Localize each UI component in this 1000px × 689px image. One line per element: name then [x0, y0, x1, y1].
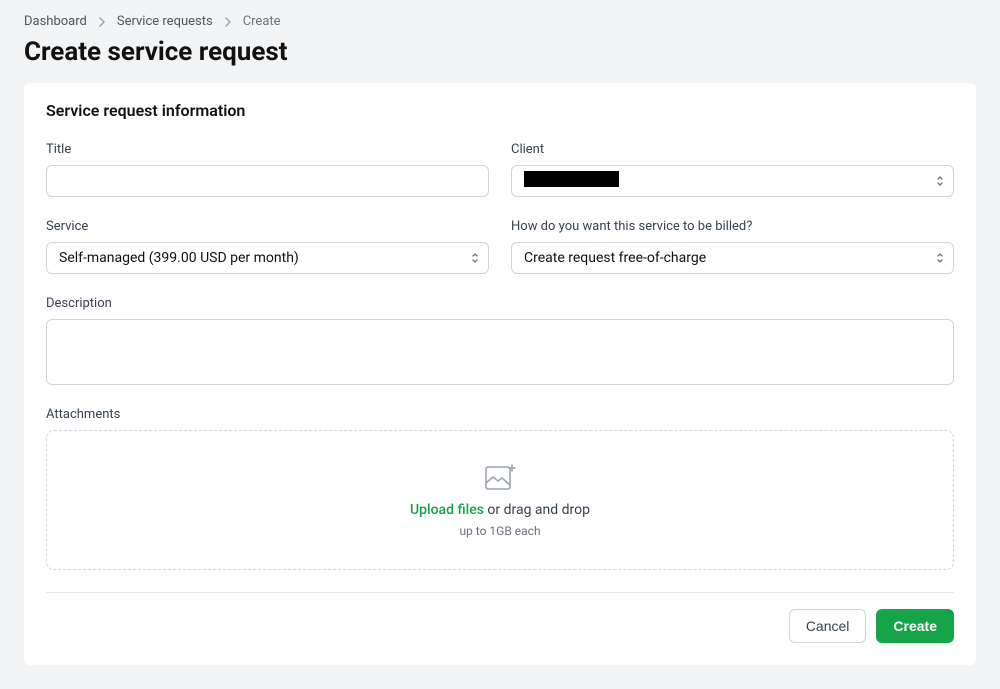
dropzone-suffix: or drag and drop — [484, 502, 590, 518]
image-upload-icon — [483, 462, 517, 496]
billing-select-value: Create request free-of-charge — [524, 250, 706, 266]
breadcrumb-link-dashboard[interactable]: Dashboard — [24, 14, 87, 29]
client-label: Client — [511, 142, 954, 157]
section-heading: Service request information — [46, 101, 954, 120]
attachments-label: Attachments — [46, 407, 954, 422]
chevron-right-icon — [223, 17, 233, 27]
client-select[interactable] — [511, 165, 954, 197]
service-select-value: Self-managed (399.00 USD per month) — [59, 250, 299, 266]
select-caret-icon — [470, 251, 480, 265]
title-input[interactable] — [46, 165, 489, 197]
dropzone-text: Upload files or drag and drop — [410, 502, 590, 518]
form-card: Service request information Title Client… — [24, 83, 976, 665]
service-select[interactable]: Self-managed (399.00 USD per month) — [46, 242, 489, 274]
client-select-value — [524, 171, 619, 191]
cancel-button[interactable]: Cancel — [789, 609, 867, 643]
billing-select[interactable]: Create request free-of-charge — [511, 242, 954, 274]
chevron-right-icon — [97, 17, 107, 27]
select-caret-icon — [935, 251, 945, 265]
create-button[interactable]: Create — [876, 609, 954, 643]
breadcrumb-link-service-requests[interactable]: Service requests — [117, 14, 213, 29]
breadcrumb-current: Create — [243, 14, 281, 29]
redacted-client-name — [524, 171, 619, 187]
description-textarea[interactable] — [46, 319, 954, 385]
dropzone-subtext: up to 1GB each — [459, 524, 540, 538]
service-label: Service — [46, 219, 489, 234]
attachments-dropzone[interactable]: Upload files or drag and drop up to 1GB … — [46, 430, 954, 570]
form-actions: Cancel Create — [46, 609, 954, 643]
divider — [46, 592, 954, 593]
breadcrumb: Dashboard Service requests Create — [24, 14, 976, 29]
description-label: Description — [46, 296, 954, 311]
title-label: Title — [46, 142, 489, 157]
page-title: Create service request — [24, 37, 976, 67]
billing-label: How do you want this service to be bille… — [511, 219, 954, 234]
select-caret-icon — [935, 174, 945, 188]
upload-files-link[interactable]: Upload files — [410, 502, 484, 518]
